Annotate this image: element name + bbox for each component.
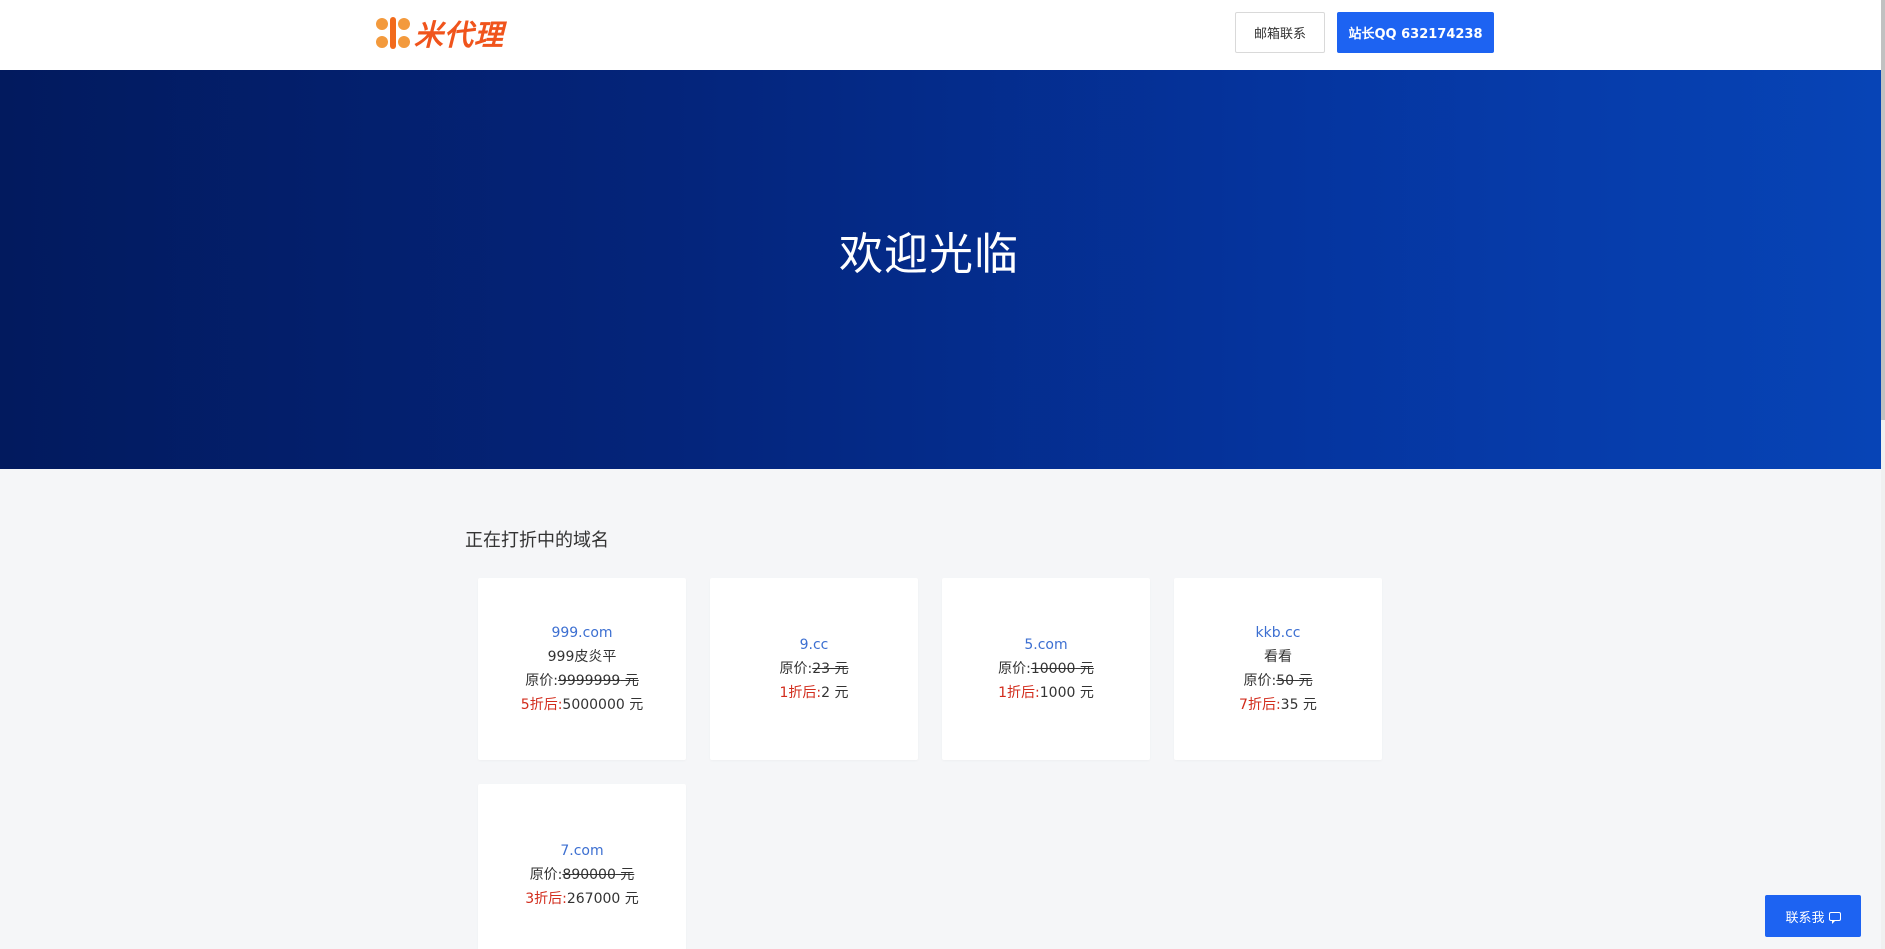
- scrollbar[interactable]: [1881, 0, 1885, 949]
- contact-me-label: 联系我: [1785, 910, 1825, 926]
- hero-title: 欢迎光临: [839, 229, 1019, 280]
- original-price: 原价:9999999 元: [525, 673, 639, 689]
- section-title: 正在打折中的域名: [465, 530, 609, 551]
- logo-text: 米代理: [414, 18, 505, 52]
- hero-banner: 欢迎光临: [0, 70, 1881, 469]
- logo[interactable]: 米代理: [376, 16, 504, 52]
- domain-name[interactable]: 9.cc: [800, 633, 829, 657]
- domain-card[interactable]: kkb.cc 看看 原价:50 元 7折后:35 元: [1174, 578, 1382, 760]
- contact-me-button[interactable]: 联系我: [1765, 895, 1861, 937]
- original-price: 原价:890000 元: [529, 867, 635, 883]
- chat-icon: [1828, 911, 1841, 924]
- original-price: 原价:23 元: [779, 661, 849, 677]
- scrollbar-thumb[interactable]: [1881, 0, 1885, 420]
- header: 米代理 邮箱联系 站长QQ 632174238: [0, 0, 1881, 70]
- original-price: 原价:50 元: [1243, 673, 1313, 689]
- qq-contact-button[interactable]: 站长QQ 632174238: [1337, 12, 1494, 53]
- discount-price: 3折后:267000 元: [525, 891, 639, 907]
- original-price: 原价:10000 元: [998, 661, 1094, 677]
- discount-price: 1折后:2 元: [779, 685, 849, 701]
- domain-desc: 999皮炎平: [547, 649, 617, 665]
- domain-name[interactable]: 5.com: [1024, 633, 1067, 657]
- logo-mark-icon: [376, 16, 410, 50]
- discount-price: 7折后:35 元: [1239, 697, 1317, 713]
- domain-name[interactable]: 999.com: [551, 621, 612, 645]
- domain-name[interactable]: kkb.cc: [1256, 621, 1301, 645]
- viewport: 米代理 邮箱联系 站长QQ 632174238 欢迎光临 正在打折中的域名 99…: [0, 0, 1881, 949]
- domain-desc: 看看: [1264, 649, 1292, 665]
- discount-price: 1折后:1000 元: [998, 685, 1094, 701]
- domain-card[interactable]: 7.com 原价:890000 元 3折后:267000 元: [478, 784, 686, 949]
- domain-card[interactable]: 999.com 999皮炎平 原价:9999999 元 5折后:5000000 …: [478, 578, 686, 760]
- domain-card[interactable]: 5.com 原价:10000 元 1折后:1000 元: [942, 578, 1150, 760]
- discount-price: 5折后:5000000 元: [520, 697, 644, 713]
- domain-name[interactable]: 7.com: [560, 839, 603, 863]
- domain-card[interactable]: 9.cc 原价:23 元 1折后:2 元: [710, 578, 918, 760]
- email-contact-button[interactable]: 邮箱联系: [1235, 12, 1325, 53]
- page: 米代理 邮箱联系 站长QQ 632174238 欢迎光临 正在打折中的域名 99…: [0, 0, 1885, 949]
